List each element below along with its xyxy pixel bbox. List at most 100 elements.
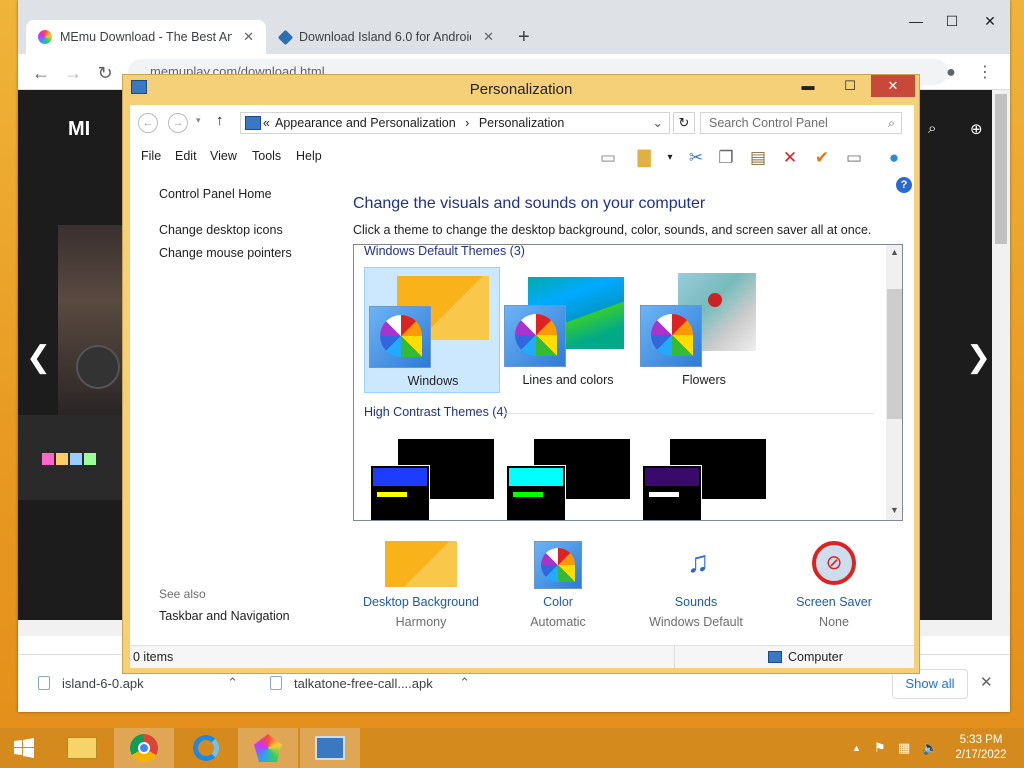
group-header-high-contrast[interactable]: High Contrast Themes (4) (364, 405, 508, 419)
theme-label: Lines and colors (522, 373, 614, 387)
paste-icon[interactable]: ▤ (746, 147, 770, 169)
memu-taskbar-button[interactable] (238, 728, 298, 768)
download-filename: island-6-0.apk (62, 675, 144, 691)
start-button[interactable] (0, 728, 48, 768)
profile-icon[interactable]: ● (940, 62, 962, 84)
download-item[interactable]: talkatone-free-call....apk ⌃ (270, 671, 470, 695)
scroll-down-icon[interactable]: ▼ (890, 505, 899, 515)
file-explorer-taskbar-button[interactable] (52, 728, 112, 768)
system-clock[interactable]: 5:33 PM 2/17/2022 (948, 733, 1014, 763)
search-icon[interactable]: ⌕ (928, 120, 936, 137)
browser-tab-memu[interactable]: MEmu Download - The Best And ✕ (26, 20, 266, 54)
new-tab-button[interactable]: + (518, 26, 530, 49)
close-tab-icon[interactable]: ✕ (243, 29, 254, 45)
menu-view[interactable]: View (210, 149, 237, 163)
screen-saver-value: None (819, 615, 849, 629)
help-icon[interactable]: ? (896, 177, 912, 193)
window-title-bar[interactable]: Personalization ▬ ☐ ✕ (123, 75, 919, 103)
cut-icon[interactable]: ✂ (684, 147, 708, 169)
desktop-background-item[interactable]: Desktop Background Harmony (361, 541, 481, 631)
browser-minimize-button[interactable]: — (896, 10, 936, 32)
network-icon[interactable]: ▦ (898, 740, 910, 756)
download-item[interactable]: island-6-0.apk ⌃ (38, 671, 238, 695)
theme-high-contrast-1[interactable] (364, 435, 500, 520)
theme-lines-and-colors[interactable]: Lines and colors (500, 267, 636, 393)
theme-high-contrast-2[interactable] (500, 435, 636, 520)
back-arrow-icon[interactable]: ← (138, 113, 158, 133)
copy-icon[interactable]: ❐ (714, 147, 738, 169)
edge-taskbar-button[interactable] (176, 728, 236, 768)
breadcrumb-item[interactable]: Personalization (479, 116, 564, 130)
control-panel-icon (315, 736, 345, 760)
color-palette-icon (369, 306, 431, 368)
close-button[interactable]: ✕ (871, 75, 915, 97)
address-dropdown-icon[interactable]: ⌄ (653, 113, 663, 133)
themes-scrollbar[interactable]: ▲ ▼ (886, 245, 902, 520)
reload-button[interactable]: ↻ (94, 62, 116, 84)
folder-options-icon[interactable]: ▇ (632, 147, 656, 169)
close-tab-icon[interactable]: ✕ (483, 29, 494, 45)
desktop-background-link[interactable]: Desktop Background (361, 595, 481, 609)
breadcrumb-item[interactable]: Appearance and Personalization (275, 116, 456, 130)
screen-saver-item[interactable]: ⊘ Screen Saver None (774, 541, 894, 631)
scrollbar-thumb[interactable] (995, 94, 1007, 244)
forward-arrow-icon[interactable]: → (168, 113, 188, 133)
menu-file[interactable]: File (141, 149, 161, 163)
change-mouse-pointers-link[interactable]: Change mouse pointers (159, 246, 292, 260)
minimize-button[interactable]: ▬ (787, 75, 829, 97)
close-download-shelf-button[interactable]: ✕ (980, 673, 993, 691)
chevron-up-icon[interactable]: ⌃ (227, 675, 238, 691)
sounds-item[interactable]: ♫ Sounds Windows Default (636, 541, 756, 631)
breadcrumb-separator-icon[interactable]: › (459, 116, 475, 130)
breadcrumb-overflow[interactable]: « (263, 113, 270, 133)
address-breadcrumb[interactable]: « Appearance and Personalization › Perso… (240, 112, 670, 134)
refresh-icon[interactable]: ↻ (673, 112, 695, 134)
tab-title: MEmu Download - The Best And (60, 30, 232, 44)
carousel-prev-icon[interactable]: ❮ (26, 340, 51, 375)
menu-edit[interactable]: Edit (175, 149, 197, 163)
taskbar: ▲ ⚑ ▦ 🔈 5:33 PM 2/17/2022 (0, 728, 1024, 768)
carousel-next-icon[interactable]: ❯ (966, 340, 991, 375)
theme-flowers[interactable]: Flowers (636, 267, 772, 393)
menu-kebab-icon[interactable]: ⋮ (974, 62, 996, 84)
search-icon[interactable]: ⌕ (888, 113, 895, 133)
color-link[interactable]: Color (498, 595, 618, 609)
rename-icon[interactable]: ▭ (842, 147, 866, 169)
scroll-up-icon[interactable]: ▲ (890, 247, 899, 257)
back-button[interactable]: ← (30, 62, 52, 84)
recent-locations-icon[interactable]: ▾ (196, 115, 201, 126)
properties-check-icon[interactable]: ✔ (810, 147, 834, 169)
color-item[interactable]: Color Automatic (498, 541, 618, 631)
browser-tab-island[interactable]: Download Island 6.0 for Android ✕ (268, 20, 506, 54)
control-panel-home-link[interactable]: Control Panel Home (159, 187, 272, 201)
delete-icon[interactable]: ✕ (778, 147, 802, 169)
scrollbar-thumb[interactable] (887, 289, 902, 419)
show-hidden-icons[interactable]: ▲ (852, 743, 861, 753)
maximize-button[interactable]: ☐ (829, 75, 871, 97)
chrome-taskbar-button[interactable] (114, 728, 174, 768)
preview-pane-icon[interactable]: ▭ (596, 147, 620, 169)
up-arrow-icon[interactable]: ↑ (216, 112, 224, 129)
internet-globe-icon[interactable]: ● (882, 147, 906, 169)
change-desktop-icons-link[interactable]: Change desktop icons (159, 223, 283, 237)
browser-maximize-button[interactable]: ☐ (932, 10, 972, 32)
theme-high-contrast-3[interactable] (636, 435, 772, 520)
page-vertical-scrollbar[interactable] (992, 90, 1010, 636)
chevron-up-icon[interactable]: ⌃ (459, 675, 470, 691)
forward-button[interactable]: → (62, 62, 84, 84)
volume-muted-icon[interactable]: 🔈 (922, 740, 938, 756)
dropdown-arrow-icon[interactable]: ▾ (658, 147, 682, 169)
search-control-panel-input[interactable]: Search Control Panel ⌕ (700, 112, 902, 134)
status-bar: 0 items Computer (130, 645, 914, 668)
theme-windows[interactable]: Windows (364, 267, 500, 393)
action-center-flag-icon[interactable]: ⚑ (874, 740, 886, 756)
control-panel-taskbar-button[interactable] (300, 728, 360, 768)
screen-saver-link[interactable]: Screen Saver (774, 595, 894, 609)
menu-tools[interactable]: Tools (252, 149, 281, 163)
taskbar-navigation-link[interactable]: Taskbar and Navigation (159, 609, 290, 623)
globe-icon[interactable]: ⊕ (970, 120, 983, 138)
sounds-link[interactable]: Sounds (636, 595, 756, 609)
menu-help[interactable]: Help (296, 149, 322, 163)
group-header-default[interactable]: Windows Default Themes (3) (364, 245, 525, 258)
browser-close-button[interactable]: ✕ (970, 10, 1010, 32)
